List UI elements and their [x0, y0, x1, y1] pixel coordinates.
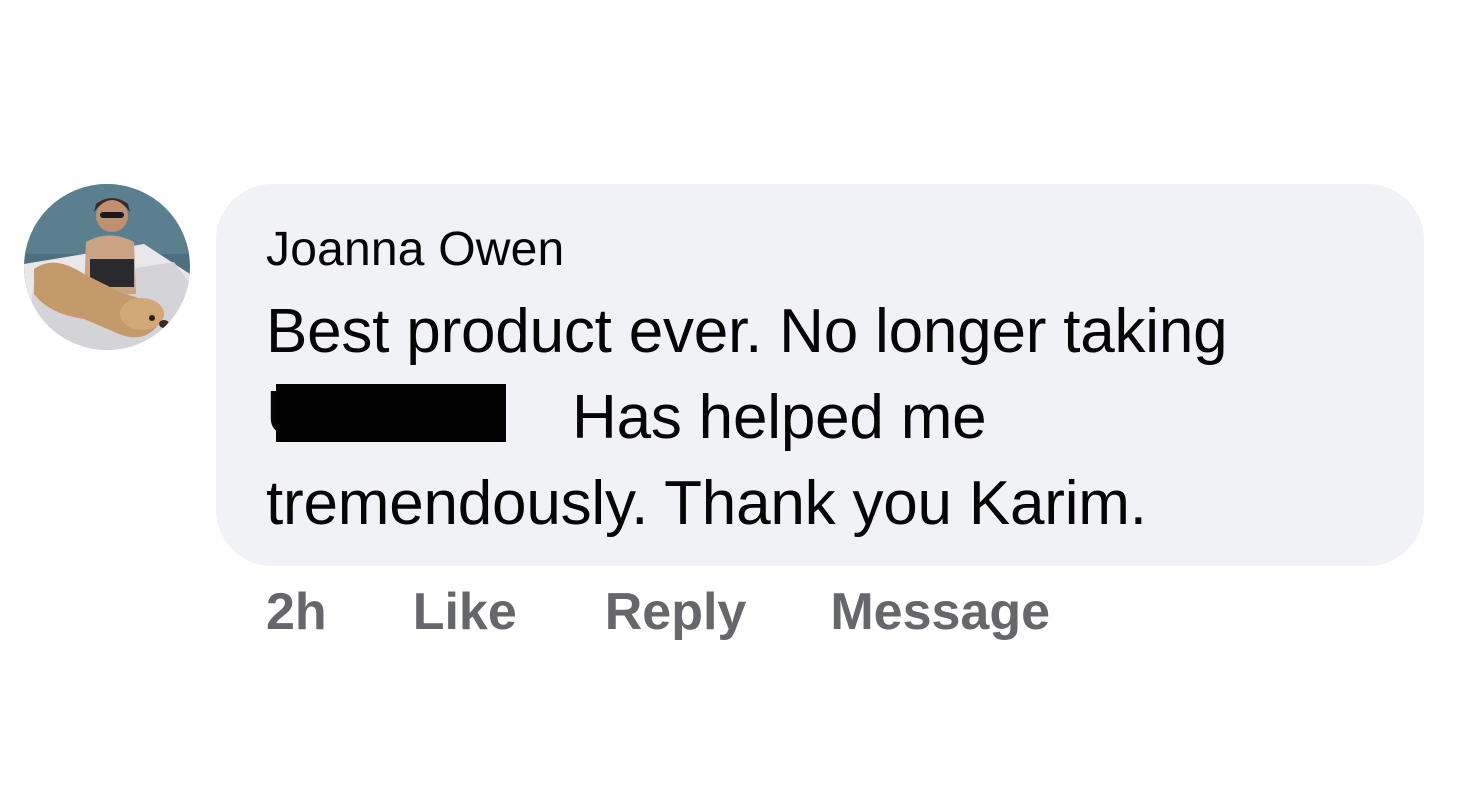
message-button[interactable]: Message	[830, 582, 1050, 642]
comment-text-line-2: U Has helped me	[266, 379, 987, 453]
like-button[interactable]: Like	[413, 582, 517, 642]
comment-timestamp[interactable]: 2h	[266, 582, 327, 642]
redacted-text: U	[266, 379, 538, 448]
comment-text-line-3: tremendously. Thank you Karim.	[266, 469, 1147, 538]
profile-photo-icon	[24, 184, 190, 350]
avatar[interactable]	[24, 184, 190, 350]
redaction-bar	[276, 384, 506, 442]
comment-author-name[interactable]: Joanna Owen	[266, 222, 564, 277]
comment-text-line-2-rest: Has helped me	[572, 383, 987, 452]
comment-bubble: Joanna Owen Best product ever. No longer…	[216, 184, 1424, 566]
comment-text-line-1: Best product ever. No longer taking	[266, 297, 1228, 366]
comment-actions: 2h Like Reply Message	[266, 580, 1050, 644]
reply-button[interactable]: Reply	[605, 582, 747, 642]
